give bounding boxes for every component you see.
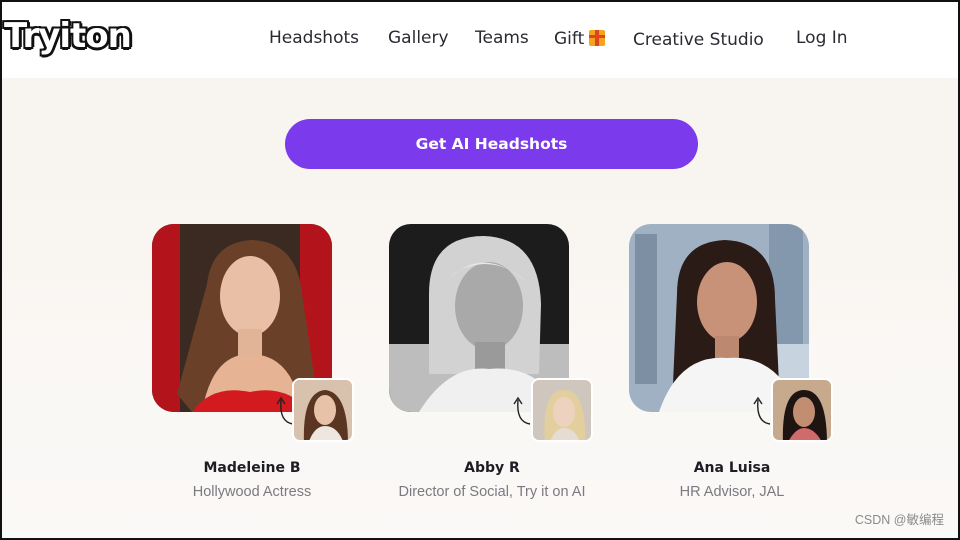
testimonial-name: Ana Luisa	[693, 460, 771, 476]
brand-logo[interactable]: Tryiton	[4, 16, 132, 56]
nav-log-in[interactable]: Log In	[796, 28, 848, 48]
nav-teams[interactable]: Teams	[475, 28, 529, 48]
nav-creative-studio[interactable]: Creative Studio	[633, 30, 764, 50]
nav-gift[interactable]: Gift	[554, 28, 606, 49]
testimonial-card: Ana Luisa HR Advisor, JAL	[612, 224, 852, 514]
testimonial-role: Hollywood Actress	[192, 484, 312, 500]
original-selfie-thumbnail	[292, 378, 354, 442]
testimonial-role: Director of Social, Try it on AI	[398, 484, 586, 500]
gift-icon	[589, 30, 606, 46]
testimonial-card: Madeleine B Hollywood Actress	[132, 224, 372, 514]
arrow-icon	[513, 396, 531, 425]
watermark-text: CSDN @敏编程	[854, 513, 944, 527]
original-selfie-thumbnail	[771, 378, 833, 442]
testimonial-role: HR Advisor, JAL	[679, 484, 785, 500]
page-frame: Tryiton Headshots Gallery Teams Gift Cre…	[0, 0, 960, 540]
get-ai-headshots-button[interactable]: Get AI Headshots	[285, 119, 698, 169]
nav-headshots[interactable]: Headshots	[269, 28, 359, 48]
top-navigation: Tryiton Headshots Gallery Teams Gift Cre…	[2, 2, 958, 78]
testimonial-name: Madeleine B	[203, 460, 301, 476]
testimonial-name: Abby R	[464, 460, 520, 476]
testimonial-card: Abby R Director of Social, Try it on AI	[372, 224, 612, 514]
nav-gallery[interactable]: Gallery	[388, 28, 449, 48]
original-selfie-thumbnail	[531, 378, 593, 442]
arrow-icon	[753, 396, 771, 425]
nav-gift-label: Gift	[554, 29, 585, 49]
